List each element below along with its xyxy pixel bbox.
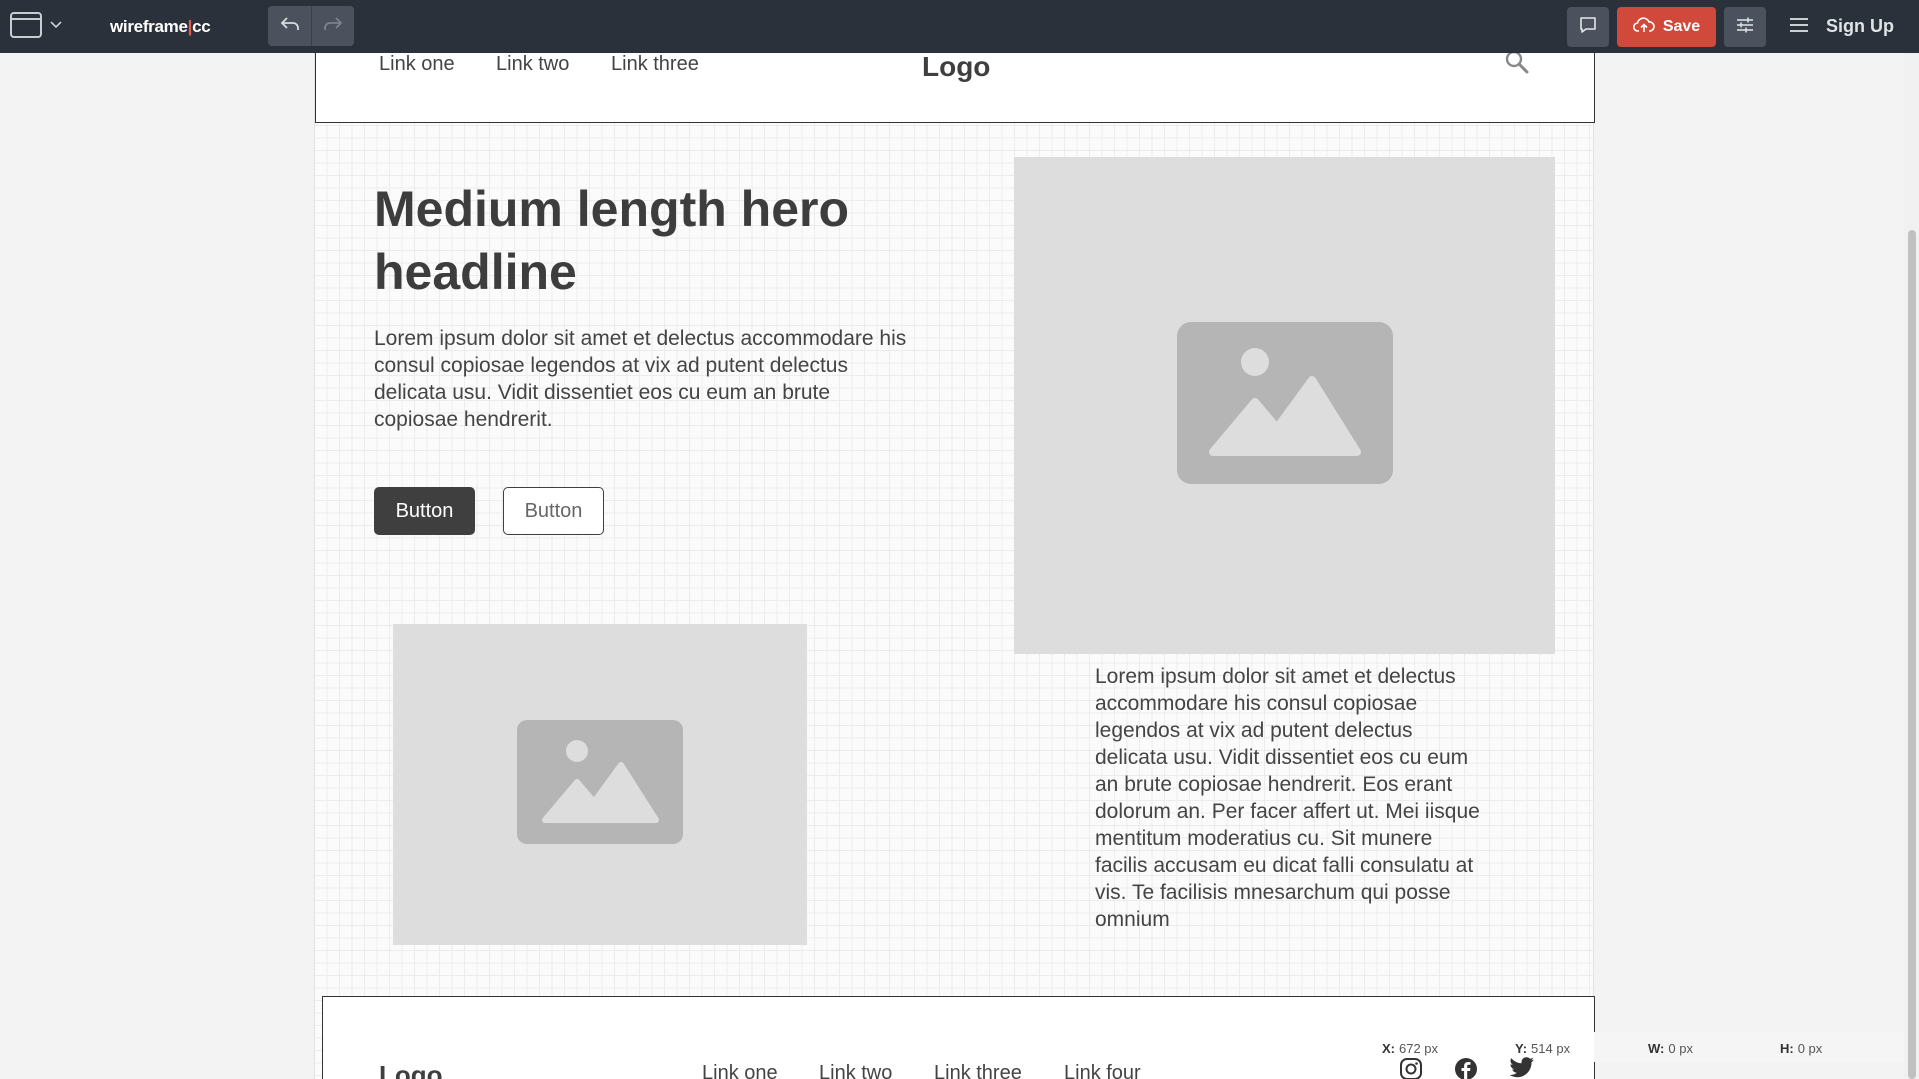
vertical-scrollbar-thumb[interactable] <box>1908 230 1916 1079</box>
comment-icon <box>1579 16 1597 39</box>
window-menu-button[interactable] <box>10 12 62 38</box>
status-x-value: 672 px <box>1399 1040 1439 1056</box>
status-panel <box>1594 1032 1904 1062</box>
status-h: H: 0 px <box>1780 1036 1822 1060</box>
redo-button[interactable] <box>311 6 354 46</box>
header-nav-link-three[interactable]: Link three <box>611 53 699 76</box>
secondary-image-placeholder[interactable] <box>393 624 807 945</box>
hero-headline[interactable]: Medium length hero headline <box>374 178 914 304</box>
hero-secondary-button[interactable]: Button <box>503 487 604 535</box>
image-placeholder-icon <box>1176 322 1393 489</box>
instagram-icon[interactable] <box>1399 1057 1423 1079</box>
footer-link-one[interactable]: Link one <box>702 1062 778 1079</box>
status-x-label: X: <box>1382 1040 1395 1056</box>
body-paragraph[interactable]: Lorem ipsum dolor sit amet et delectus a… <box>1095 663 1485 933</box>
brand-logo: wireframe|cc <box>110 17 211 37</box>
top-toolbar: wireframe|cc Save Sign Up <box>0 0 1919 53</box>
redo-arrow-icon <box>323 16 343 37</box>
status-y: Y: 514 px <box>1515 1036 1570 1060</box>
footer-link-four[interactable]: Link four <box>1064 1062 1141 1079</box>
facebook-icon[interactable] <box>1454 1057 1478 1079</box>
header-logo[interactable]: Logo <box>922 51 990 83</box>
footer-link-two[interactable]: Link two <box>819 1062 892 1079</box>
status-w: W: 0 px <box>1648 1036 1693 1060</box>
twitter-icon[interactable] <box>1509 1057 1535 1079</box>
status-w-label: W: <box>1648 1040 1665 1056</box>
undo-button[interactable] <box>268 6 311 46</box>
chevron-down-icon <box>50 21 62 29</box>
hamburger-menu-icon <box>1789 17 1809 38</box>
cloud-upload-icon <box>1632 16 1655 38</box>
status-h-label: H: <box>1780 1040 1794 1056</box>
status-x: X: 672 px <box>1382 1036 1438 1060</box>
header-nav-link-two[interactable]: Link two <box>496 53 569 76</box>
header-nav-link-one[interactable]: Link one <box>379 53 455 76</box>
save-label: Save <box>1662 18 1701 35</box>
status-w-value: 0 px <box>1668 1040 1693 1056</box>
status-y-value: 514 px <box>1531 1040 1571 1056</box>
hero-image-placeholder[interactable] <box>1014 157 1555 654</box>
brand-text-left: wireframe <box>110 17 188 36</box>
undo-arrow-icon <box>280 16 300 37</box>
status-h-value: 0 px <box>1797 1040 1823 1056</box>
status-y-label: Y: <box>1515 1040 1528 1056</box>
hamburger-menu-button[interactable] <box>1779 12 1819 42</box>
save-button[interactable]: Save <box>1617 7 1716 47</box>
footer-link-three[interactable]: Link three <box>934 1062 1022 1079</box>
hero-primary-button[interactable]: Button <box>374 487 475 535</box>
sign-up-link[interactable]: Sign Up <box>1826 16 1894 37</box>
sliders-icon <box>1736 16 1754 39</box>
window-layout-icon <box>10 12 42 38</box>
undo-redo-group <box>268 6 354 46</box>
brand-text-right: cc <box>192 17 211 36</box>
settings-button[interactable] <box>1724 7 1766 47</box>
footer-logo[interactable]: Logo <box>379 1060 443 1079</box>
comment-button[interactable] <box>1567 7 1609 47</box>
wireframe-canvas[interactable]: Link one Link two Link three Logo Medium… <box>314 50 1595 1079</box>
image-placeholder-icon <box>517 720 683 849</box>
search-icon[interactable] <box>1504 49 1530 80</box>
hero-paragraph[interactable]: Lorem ipsum dolor sit amet et delectus a… <box>374 325 914 433</box>
site-header[interactable]: Link one Link two Link three Logo <box>315 50 1595 123</box>
